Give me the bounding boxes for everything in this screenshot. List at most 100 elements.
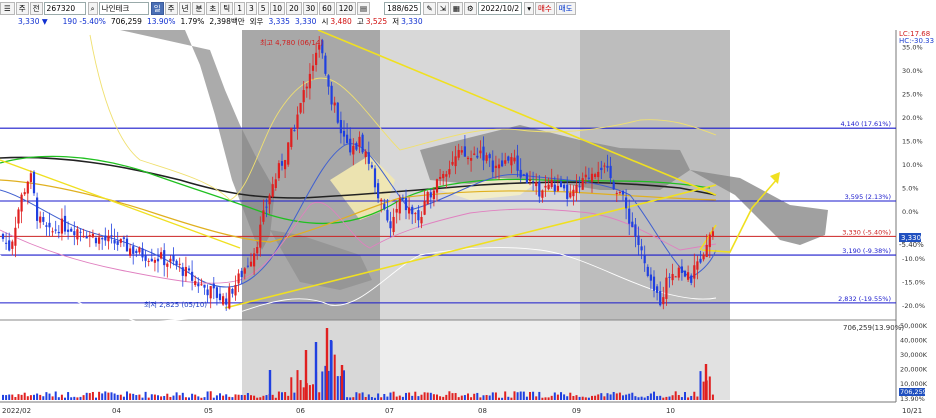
candle-body	[470, 158, 473, 161]
volume-readout: 706,259(13.90%)	[843, 324, 904, 332]
volume-bar	[95, 397, 97, 400]
volume-bar	[138, 394, 141, 400]
candle-body	[349, 138, 352, 153]
candle-body	[522, 174, 525, 176]
candle-body	[274, 179, 277, 189]
candle-body	[463, 146, 466, 157]
candle-body	[194, 281, 197, 286]
count-field[interactable]: 188/625	[384, 2, 422, 15]
hc-label: HC:-30.33	[899, 37, 934, 45]
calendar-icon[interactable]: ▾	[524, 2, 534, 15]
sell-button[interactable]: 매도	[555, 2, 576, 15]
candle-body	[665, 277, 668, 299]
volume-bar	[5, 395, 8, 400]
volume-bar	[42, 396, 45, 400]
low-value: 3,330	[401, 17, 423, 26]
menu-icon[interactable]: ☰	[0, 2, 15, 15]
volume-bar	[374, 397, 376, 400]
axis-tick-volume: 20,000K	[900, 366, 928, 374]
buy-button[interactable]: 매수	[534, 2, 555, 15]
tab-second[interactable]: 초	[206, 2, 220, 15]
volume-bar	[622, 395, 624, 400]
candle-body	[315, 52, 318, 66]
min-button-10[interactable]: 10	[269, 2, 286, 15]
pen-icon[interactable]: ✎	[423, 2, 436, 15]
tab-minute[interactable]: 분	[192, 2, 206, 15]
candle-body	[42, 217, 45, 222]
price-chart[interactable]: 4,140 (17.61%) 3,595 (2.13%) 3,330 (-5.40%…	[0, 29, 936, 416]
volume-bar	[550, 395, 553, 400]
volume-bar	[609, 394, 612, 400]
volume-bar	[212, 397, 215, 400]
gear-icon[interactable]: ⚙	[464, 2, 477, 15]
volume-bar	[222, 395, 225, 400]
candle-body	[699, 258, 702, 263]
candle-body	[330, 85, 333, 105]
candle-body	[256, 246, 259, 254]
min-button-120[interactable]: 120	[335, 2, 357, 15]
price-value: 3,330	[18, 17, 40, 26]
tab-month[interactable]: 년	[178, 2, 192, 15]
min-button-5[interactable]: 5	[257, 2, 269, 15]
date-field[interactable]: 2022/10/2	[477, 2, 523, 15]
candle-body	[367, 152, 370, 164]
volume-bar	[553, 392, 556, 400]
min-button-30[interactable]: 30	[302, 2, 319, 15]
candle-body	[23, 192, 26, 195]
candle-body	[473, 153, 476, 155]
volume-bar	[274, 397, 277, 400]
volume-bar	[628, 393, 631, 400]
volume-bar	[485, 394, 488, 400]
candle-body	[138, 247, 141, 253]
volume-bar	[677, 395, 680, 400]
tab-day[interactable]: 일	[150, 2, 164, 15]
candle-body	[550, 179, 553, 188]
chart-svg[interactable]: 4,140 (17.61%) 3,595 (2.13%) 3,330 (-5.40%…	[0, 29, 936, 416]
prev-button[interactable]: 전	[29, 2, 43, 15]
stock-code-input[interactable]: 267320	[43, 2, 86, 15]
settings-icon[interactable]: ▤	[357, 2, 371, 15]
candle-body	[643, 254, 646, 264]
candle-body	[566, 184, 569, 199]
min-button-1[interactable]: 1	[234, 2, 245, 15]
candle-body	[299, 103, 302, 113]
candle-body	[45, 225, 48, 227]
fit-icon[interactable]: ⇲	[436, 2, 449, 15]
volume-bar	[48, 393, 51, 400]
volume-bar	[135, 395, 138, 400]
volume-bar	[491, 392, 494, 400]
candle-body	[79, 231, 82, 233]
candle-body	[160, 252, 163, 259]
volume-bar	[392, 391, 395, 400]
stock-name-field[interactable]: 나인테크	[98, 2, 149, 15]
candle-body	[519, 169, 522, 178]
high-value: 3,525	[365, 17, 388, 26]
candle-body	[426, 191, 429, 205]
candle-body	[187, 268, 191, 271]
tab-tick[interactable]: 틱	[220, 2, 234, 15]
min-button-60[interactable]: 60	[319, 2, 335, 15]
volume-bar	[680, 397, 683, 400]
candle-body	[209, 286, 212, 299]
candle-body	[504, 160, 507, 164]
tab-week[interactable]: 주	[164, 2, 178, 15]
candle-body	[54, 229, 57, 231]
candle-body	[240, 270, 243, 278]
candle-body	[184, 266, 187, 277]
volume-bar	[333, 354, 336, 400]
candle-body	[411, 206, 414, 215]
search-icon[interactable]: ⌕	[87, 2, 98, 15]
candle-body	[683, 270, 687, 277]
volume-bar	[649, 393, 652, 400]
min-button-20[interactable]: 20	[286, 2, 302, 15]
volume-bar	[8, 394, 11, 400]
volume-bar	[312, 384, 314, 400]
candle-body	[652, 276, 656, 291]
period-button[interactable]: 주	[15, 2, 29, 15]
axis-tick-pct: 10.0%	[902, 161, 923, 169]
min-button-3[interactable]: 3	[245, 2, 257, 15]
volume-bar	[29, 395, 32, 400]
volume-bar	[708, 376, 711, 400]
candle-body	[172, 254, 175, 262]
grid-icon[interactable]: ▦	[449, 2, 463, 15]
